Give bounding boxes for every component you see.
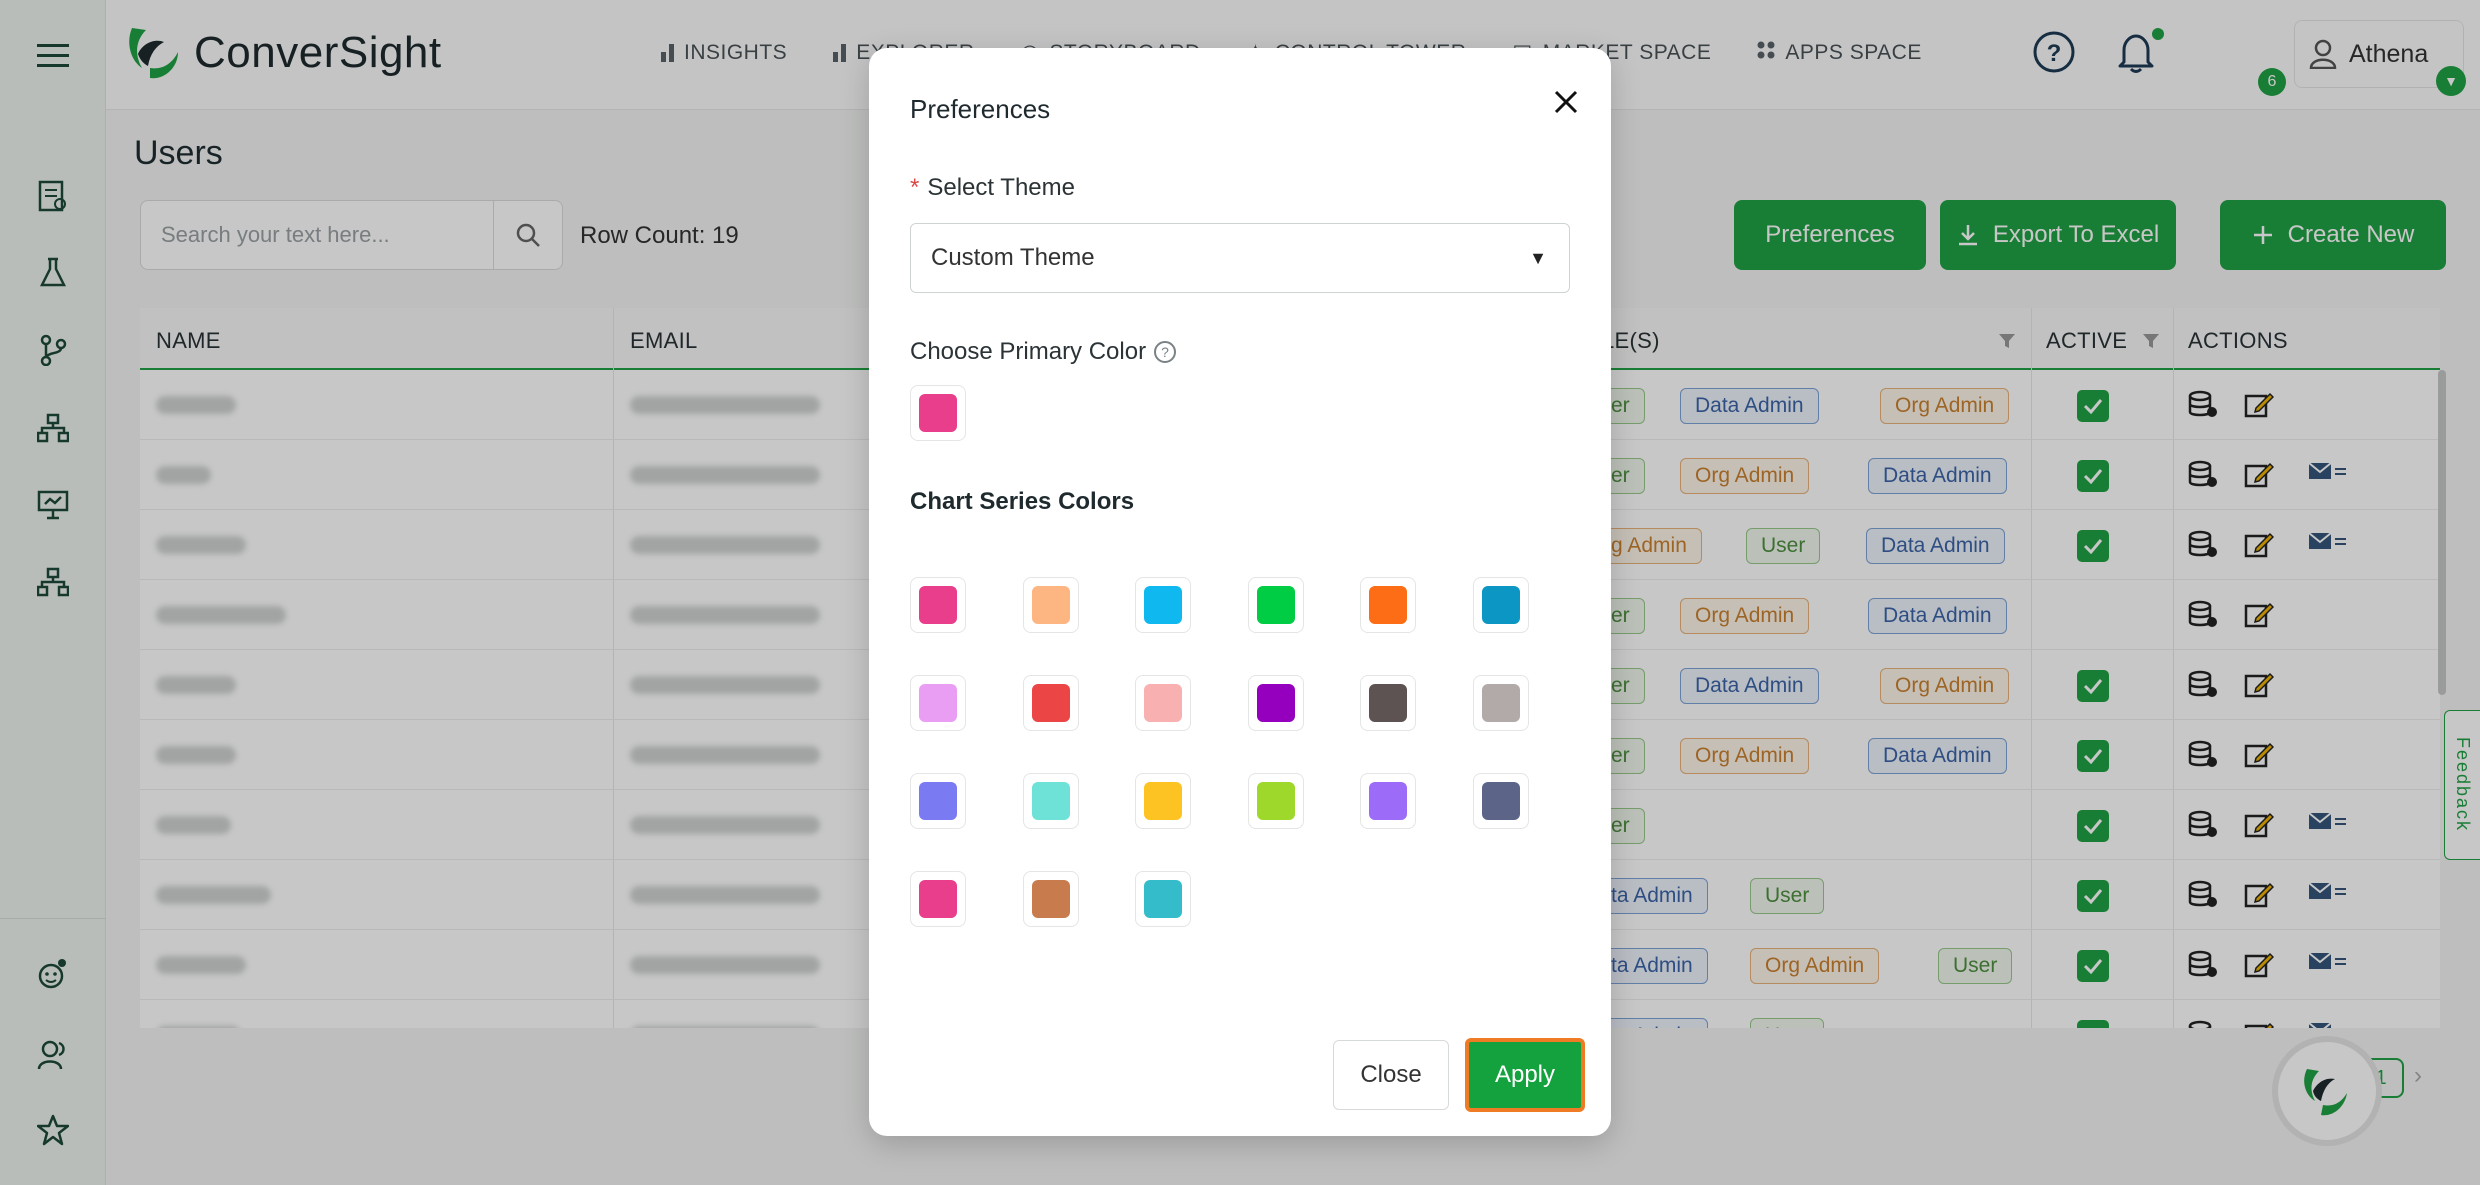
series-color-chip xyxy=(919,684,957,722)
series-color-swatch[interactable] xyxy=(1022,871,1079,927)
dropdown-caret-icon: ▼ xyxy=(1529,248,1547,268)
series-color-swatch[interactable] xyxy=(1022,577,1079,633)
preferences-modal: Preferences * Select Theme Custom Theme ▼… xyxy=(869,48,1611,1136)
series-color-chip xyxy=(1031,586,1070,624)
series-color-chip xyxy=(1031,782,1070,820)
series-color-chip xyxy=(919,586,957,624)
series-color-chip xyxy=(1369,782,1408,820)
series-color-chip xyxy=(1369,684,1408,722)
primary-color-chip xyxy=(919,394,957,432)
series-color-swatch[interactable] xyxy=(1022,675,1079,731)
series-color-chip xyxy=(1369,586,1408,624)
series-color-swatch[interactable] xyxy=(1135,773,1192,829)
series-color-swatch[interactable] xyxy=(1135,577,1192,633)
series-color-chip xyxy=(1482,684,1520,722)
series-color-chip xyxy=(919,782,957,820)
series-color-chip xyxy=(1144,684,1183,722)
series-color-chip xyxy=(1256,782,1295,820)
series-color-swatch[interactable] xyxy=(1473,577,1529,633)
series-color-chip xyxy=(1144,880,1183,918)
series-color-chip xyxy=(1482,782,1520,820)
series-color-chip xyxy=(1144,782,1183,820)
modal-title: Preferences xyxy=(910,94,1051,124)
close-icon[interactable] xyxy=(1544,80,1588,124)
series-color-chip xyxy=(1256,684,1295,722)
series-color-swatch[interactable] xyxy=(910,773,966,829)
primary-color-label: Choose Primary Color? xyxy=(910,338,1177,366)
select-theme-label: * Select Theme xyxy=(910,174,1075,202)
series-color-chip xyxy=(919,880,957,918)
series-color-chip xyxy=(1144,586,1183,624)
series-color-swatch[interactable] xyxy=(1135,675,1192,731)
theme-select[interactable]: Custom Theme ▼ xyxy=(910,223,1570,293)
series-color-swatch[interactable] xyxy=(1022,773,1079,829)
close-button[interactable]: Close xyxy=(1333,1040,1449,1110)
series-color-swatch[interactable] xyxy=(1360,675,1417,731)
series-color-chip xyxy=(1031,684,1070,722)
series-color-swatch[interactable] xyxy=(1247,675,1304,731)
select-theme-label-text: Select Theme xyxy=(927,174,1075,201)
apply-button[interactable]: Apply xyxy=(1465,1038,1585,1112)
series-color-swatch[interactable] xyxy=(1247,577,1304,633)
series-color-swatch[interactable] xyxy=(1247,773,1304,829)
series-color-swatch[interactable] xyxy=(1473,675,1529,731)
chart-series-colors-label: Chart Series Colors xyxy=(910,488,1135,515)
required-asterisk: * xyxy=(910,174,920,201)
series-color-swatch[interactable] xyxy=(1360,773,1417,829)
series-color-swatch[interactable] xyxy=(910,577,966,633)
series-color-swatch[interactable] xyxy=(1135,871,1192,927)
primary-color-label-text: Choose Primary Color xyxy=(910,338,1147,365)
series-color-swatch[interactable] xyxy=(1473,773,1529,829)
info-icon[interactable]: ? xyxy=(1154,341,1177,363)
series-color-chip xyxy=(1256,586,1295,624)
primary-color-swatch[interactable] xyxy=(910,385,966,441)
theme-select-value: Custom Theme xyxy=(931,244,1095,271)
series-color-swatch[interactable] xyxy=(910,871,966,927)
series-color-swatch[interactable] xyxy=(910,675,966,731)
series-color-swatch[interactable] xyxy=(1360,577,1417,633)
series-color-chip xyxy=(1031,880,1070,918)
series-color-chip xyxy=(1482,586,1520,624)
